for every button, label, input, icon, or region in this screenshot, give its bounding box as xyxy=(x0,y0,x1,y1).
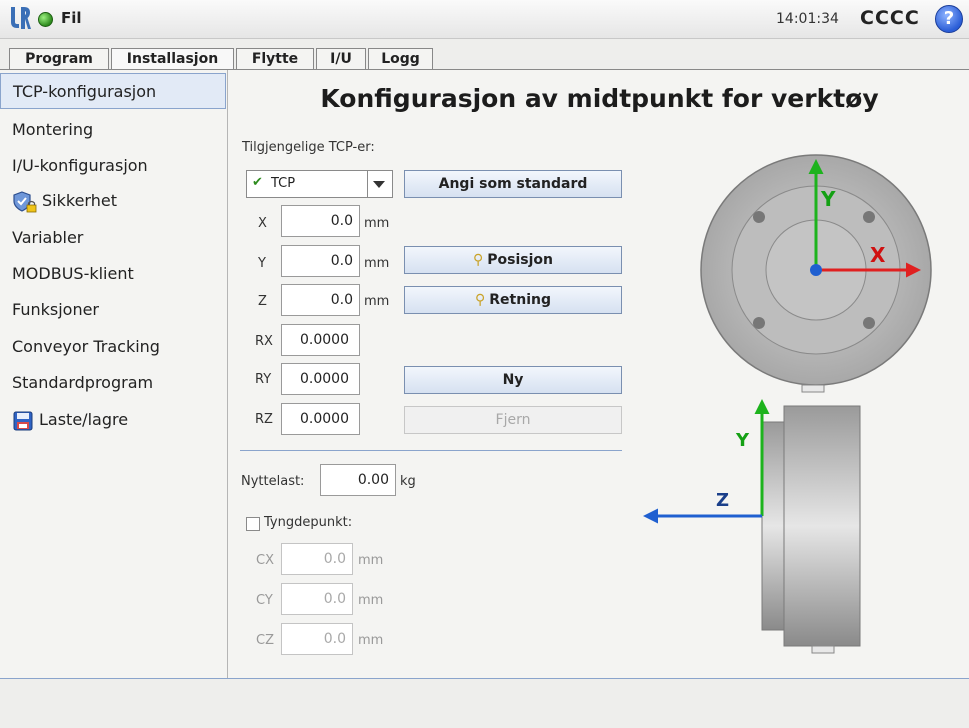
rx-label: RX xyxy=(255,334,273,349)
tcp-select-value: TCP xyxy=(271,176,296,191)
sidebar-item-label: Montering xyxy=(12,120,94,139)
front-y-axis-label: Y xyxy=(820,187,836,211)
chevron-down-icon xyxy=(373,181,385,188)
bottom-bar xyxy=(0,678,969,728)
front-x-axis-label: X xyxy=(870,243,886,267)
save-disk-icon xyxy=(13,411,33,430)
available-tcps-label: Tilgjengelige TCP-er: xyxy=(242,140,375,155)
connector-tab xyxy=(801,384,825,393)
tcp-origin xyxy=(810,264,822,276)
tab-log[interactable]: Logg xyxy=(368,48,433,69)
bolt-hole xyxy=(753,317,765,329)
wand-icon: ⚲ xyxy=(475,292,486,308)
cx-unit: mm xyxy=(358,553,384,568)
sidebar-item-modbus-client[interactable]: MODBUS-klient xyxy=(0,256,226,292)
sidebar-item-tcp-configuration[interactable]: TCP-konfigurasjon xyxy=(0,73,226,109)
cx-label: CX xyxy=(256,553,274,568)
x-label: X xyxy=(258,216,267,231)
side-y-axis-label: Y xyxy=(735,430,750,451)
page-title: Konfigurasjon av midtpunkt for verktøy xyxy=(320,84,879,113)
connector-tab xyxy=(811,645,835,654)
cy-label: CY xyxy=(256,593,273,608)
orientation-button[interactable]: ⚲ Retning xyxy=(404,286,622,314)
cz-label: CZ xyxy=(256,633,274,648)
sidebar-item-label: Sikkerhet xyxy=(42,191,117,210)
center-of-gravity-checkbox[interactable] xyxy=(246,517,260,531)
safety-shield-icon xyxy=(13,190,37,212)
payload-label: Nyttelast: xyxy=(241,474,305,489)
dropdown-divider xyxy=(367,171,368,197)
cy-unit: mm xyxy=(358,593,384,608)
new-tcp-button[interactable]: Ny xyxy=(404,366,622,394)
position-button-label: Posisjon xyxy=(487,252,553,268)
top-bar: Fil 14:01:34 CCCC ? xyxy=(0,0,969,39)
ry-label: RY xyxy=(255,372,272,387)
file-menu[interactable]: Fil xyxy=(61,9,82,27)
installation-content: TCP-konfigurasjon Montering I/U-konfigur… xyxy=(0,70,969,678)
sidebar-item-label: MODBUS-klient xyxy=(12,264,134,283)
rz-input[interactable]: 0.0000 xyxy=(281,403,360,435)
wand-icon: ⚲ xyxy=(473,252,484,268)
sidebar-item-variables[interactable]: Variabler xyxy=(0,220,226,256)
sidebar-item-io-configuration[interactable]: I/U-konfigurasjon xyxy=(0,148,226,184)
sidebar-item-load-save[interactable]: Laste/lagre xyxy=(0,402,226,438)
tab-io[interactable]: I/U xyxy=(316,48,366,69)
cx-input[interactable]: 0.0 xyxy=(281,543,353,575)
y-label: Y xyxy=(258,256,266,271)
orientation-button-label: Retning xyxy=(489,292,551,308)
y-input[interactable]: 0.0 xyxy=(281,245,360,277)
bolt-hole xyxy=(863,211,875,223)
sidebar-item-conveyor-tracking[interactable]: Conveyor Tracking xyxy=(0,329,226,365)
sidebar-item-label: Conveyor Tracking xyxy=(12,337,160,356)
tcp-select[interactable]: ✔ TCP xyxy=(246,170,393,198)
payload-unit: kg xyxy=(400,474,416,489)
sidebar-item-features[interactable]: Funksjoner xyxy=(0,292,226,328)
cy-input[interactable]: 0.0 xyxy=(281,583,353,615)
sidebar-divider xyxy=(227,70,228,678)
sidebar-item-safety[interactable]: Sikkerhet xyxy=(0,183,226,219)
ry-input[interactable]: 0.0000 xyxy=(281,363,360,395)
check-icon: ✔ xyxy=(252,175,263,190)
position-button[interactable]: ⚲ Posisjon xyxy=(404,246,622,274)
sidebar-item-label: TCP-konfigurasjon xyxy=(13,82,157,101)
sidebar-item-mounting[interactable]: Montering xyxy=(0,112,226,148)
z-unit: mm xyxy=(364,294,390,309)
sidebar-item-label: Variabler xyxy=(12,228,84,247)
cz-unit: mm xyxy=(358,633,384,648)
tab-program[interactable]: Program xyxy=(9,48,109,69)
rz-label: RZ xyxy=(255,412,273,427)
center-of-gravity-label: Tyngdepunkt: xyxy=(264,515,353,530)
sidebar-item-label: Funksjoner xyxy=(12,300,100,319)
tool-flange-diagram: X Y Y Z xyxy=(643,154,932,654)
cz-input[interactable]: 0.0 xyxy=(281,623,353,655)
z-input[interactable]: 0.0 xyxy=(281,284,360,316)
flange-side-thick xyxy=(783,405,861,647)
sidebar-item-label: I/U-konfigurasjon xyxy=(12,156,148,175)
payload-input[interactable]: 0.00 xyxy=(320,464,396,496)
side-z-axis-label: Z xyxy=(716,490,729,511)
robot-name: CCCC xyxy=(860,7,920,29)
tab-move[interactable]: Flytte xyxy=(236,48,314,69)
flange-side-thin xyxy=(761,421,785,631)
tab-installation[interactable]: Installasjon xyxy=(111,48,234,71)
universal-robots-logo xyxy=(11,7,31,29)
set-default-button[interactable]: Angi som standard xyxy=(404,170,622,198)
clock: 14:01:34 xyxy=(776,11,839,27)
help-button[interactable]: ? xyxy=(935,5,963,33)
sidebar-item-label: Laste/lagre xyxy=(39,410,129,429)
x-input[interactable]: 0.0 xyxy=(281,205,360,237)
x-unit: mm xyxy=(364,216,390,231)
bolt-hole xyxy=(753,211,765,223)
rx-input[interactable]: 0.0000 xyxy=(281,324,360,356)
remove-tcp-button[interactable]: Fjern xyxy=(404,406,622,434)
status-indicator-icon xyxy=(38,12,53,27)
bolt-hole xyxy=(863,317,875,329)
section-divider xyxy=(240,450,622,451)
z-label: Z xyxy=(258,294,267,309)
y-unit: mm xyxy=(364,256,390,271)
sidebar-item-default-program[interactable]: Standardprogram xyxy=(0,365,226,401)
sidebar-item-label: Standardprogram xyxy=(12,373,154,392)
